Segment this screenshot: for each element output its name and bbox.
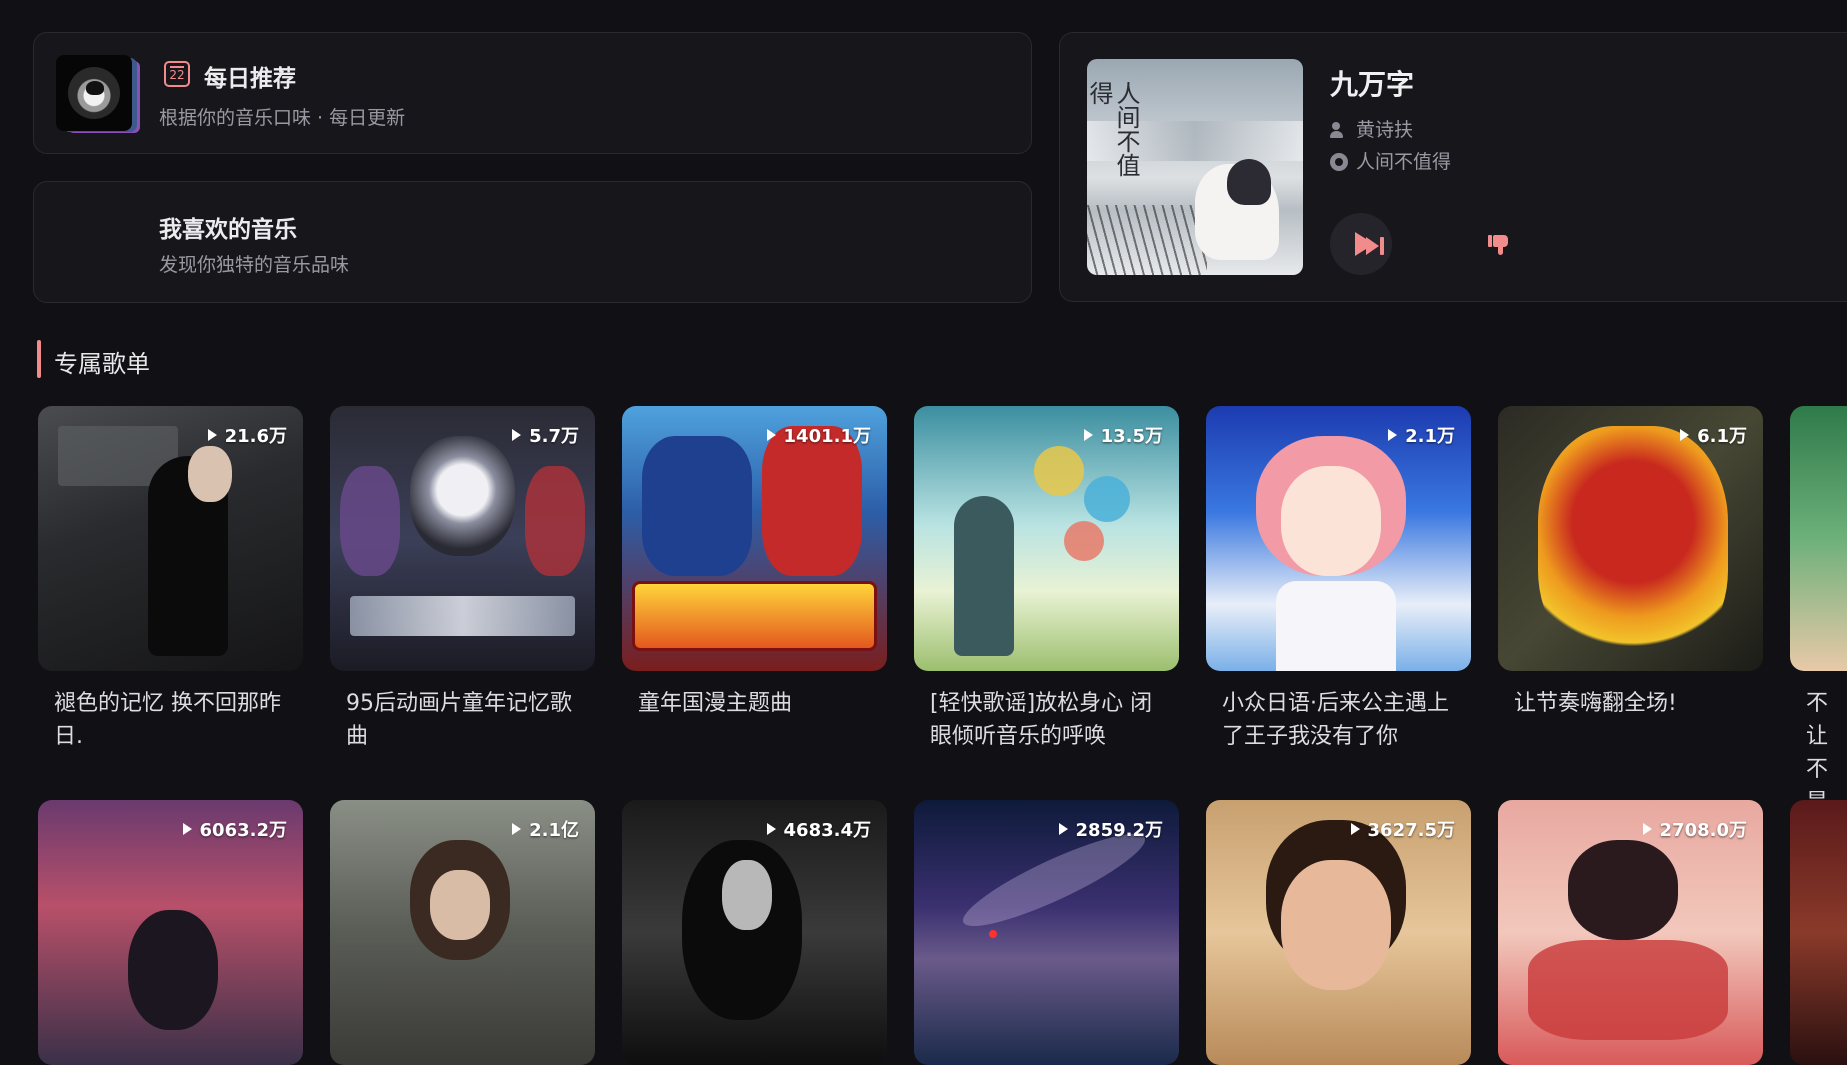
playlist-title[interactable]: [轻快歌谣]放松身心 闭眼倾听音乐的呼唤 [930, 687, 1170, 753]
thumbs-down-icon [1488, 235, 1492, 247]
playlist-card[interactable] [1790, 800, 1847, 1065]
playlist-card[interactable]: 1401.1万 [622, 406, 887, 671]
album-name[interactable]: 人间不值得 [1356, 151, 1451, 173]
liked-music-title: 我喜欢的音乐 [159, 217, 297, 243]
album-icon [1330, 153, 1348, 171]
artist-icon [1330, 121, 1348, 139]
playlist-card[interactable]: 6.1万 [1498, 406, 1763, 671]
play-count: 6.1万 [1680, 422, 1747, 448]
playlist-title[interactable]: 95后动画片童年记忆歌曲 [346, 687, 586, 753]
playlist-card[interactable]: 21.6万 [38, 406, 303, 671]
section-title: 专属歌单 [54, 350, 150, 378]
playlist-title[interactable]: 褪色的记忆 换不回那昨日. [54, 687, 294, 753]
play-count: 2708.0万 [1643, 816, 1747, 842]
next-icon [1366, 237, 1379, 255]
calendar-icon: 22 [164, 61, 190, 87]
play-count: 21.6万 [208, 422, 287, 448]
playlist-card[interactable]: 3627.5万 [1206, 800, 1471, 1065]
play-count: 2.1万 [1388, 422, 1455, 448]
playlist-card[interactable]: 2859.2万 [914, 800, 1179, 1065]
playlist-title[interactable]: 小众日语·后来公主遇上了王子我没有了你 [1222, 687, 1462, 753]
artist-name[interactable]: 黄诗扶 [1356, 119, 1413, 141]
album-cover-calligraphy: 人间不值得 [1087, 81, 1140, 177]
artist-line[interactable]: 黄诗扶 [1330, 115, 1413, 142]
next-track-button[interactable] [1366, 236, 1388, 256]
playlist-card[interactable]: 4683.4万 [622, 800, 887, 1065]
playlist-card[interactable] [1790, 406, 1847, 671]
play-count: 6063.2万 [183, 816, 287, 842]
liked-music-subtitle: 发现你独特的音乐品味 [159, 254, 350, 276]
playlist-card[interactable]: 5.7万 [330, 406, 595, 671]
playlist-card[interactable]: 2.1亿 [330, 800, 595, 1065]
now-playing-card: 人间不值得 九万字 黄诗扶 人间不值得 [1059, 32, 1847, 302]
play-count: 4683.4万 [767, 816, 871, 842]
play-count: 13.5万 [1084, 422, 1163, 448]
daily-recommend-title: 每日推荐 [204, 66, 296, 92]
song-title[interactable]: 九万字 [1330, 63, 1414, 103]
playlist-title[interactable]: 让节奏嗨翻全场! [1514, 687, 1754, 720]
play-count: 1401.1万 [767, 422, 871, 448]
section-accent-bar [37, 340, 41, 378]
play-count: 5.7万 [512, 422, 579, 448]
play-count: 3627.5万 [1351, 816, 1455, 842]
playlist-card[interactable]: 2.1万 [1206, 406, 1471, 671]
play-count: 2859.2万 [1059, 816, 1163, 842]
playlist-card[interactable]: 13.5万 [914, 406, 1179, 671]
album-line[interactable]: 人间不值得 [1330, 147, 1451, 174]
playlist-title[interactable]: 童年国漫主题曲 [638, 687, 878, 720]
dislike-button[interactable] [1488, 233, 1512, 257]
daily-recommend-cover [56, 55, 132, 131]
album-cover[interactable]: 人间不值得 [1087, 59, 1303, 275]
daily-recommend-card[interactable]: 22 每日推荐 根据你的音乐口味 · 每日更新 [33, 32, 1032, 154]
playlist-card[interactable]: 6063.2万 [38, 800, 303, 1065]
play-count: 2.1亿 [512, 816, 579, 842]
daily-recommend-subtitle: 根据你的音乐口味 · 每日更新 [159, 107, 406, 129]
playlist-card[interactable]: 2708.0万 [1498, 800, 1763, 1065]
liked-music-card[interactable]: 我喜欢的音乐 发现你独特的音乐品味 [33, 181, 1032, 303]
